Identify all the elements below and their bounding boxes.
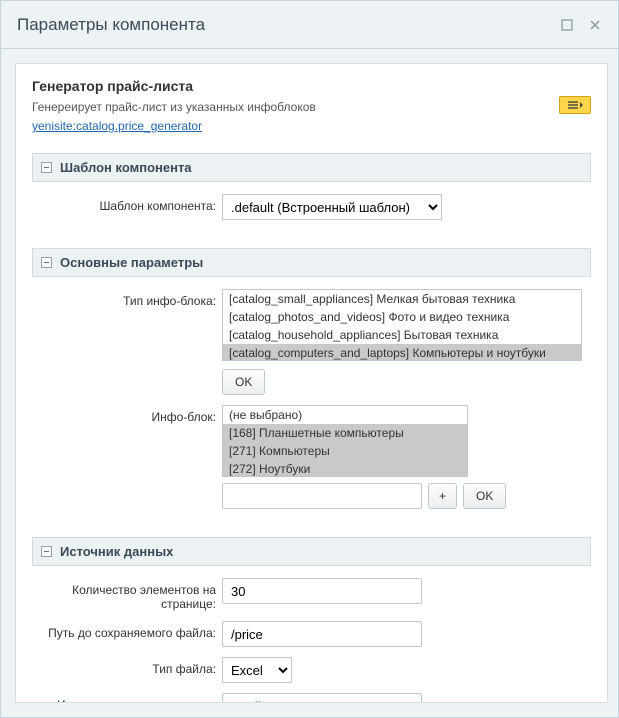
filter-input[interactable] [222,693,422,703]
maximize-icon[interactable] [560,18,574,32]
section-head-template[interactable]: Шаблон компонента [32,153,591,182]
plus-button[interactable]: + [428,483,457,509]
component-header: Генератор прайс-листа Генереирует прайс-… [16,64,607,143]
collapse-icon [41,162,52,173]
ok-button[interactable]: OK [222,369,265,395]
template-select[interactable]: .default (Встроенный шаблон) [222,194,442,220]
section-datasource: Источник данных Количество элементов на … [32,537,591,703]
list-item[interactable]: [168] Планшетные компьютеры [223,424,467,442]
iblock-label: Инфо-блок: [32,405,222,424]
section-title: Источник данных [60,544,173,559]
section-title: Шаблон компонента [60,160,192,175]
section-head-datasource[interactable]: Источник данных [32,537,591,566]
count-input[interactable] [222,578,422,604]
iblock-add-input[interactable] [222,483,422,509]
sort-toggle-icon[interactable] [559,96,591,114]
dialog-title: Параметры компонента [17,15,546,35]
section-title: Основные параметры [60,255,203,270]
ok-button-2[interactable]: OK [463,483,506,509]
component-link[interactable]: yenisite:catalog.price_generator [32,119,202,133]
list-item[interactable]: [catalog_household_appliances] Бытовая т… [223,326,581,344]
dialog-scroll-area[interactable]: Генератор прайс-листа Генереирует прайс-… [15,63,608,703]
path-input[interactable] [222,621,422,647]
list-item[interactable]: [catalog_photos_and_videos] Фото и видео… [223,308,581,326]
path-label: Путь до сохраняемого файла: [32,621,222,640]
filter-label: Имя массива со значениями фильтра для фи… [32,693,222,703]
section-head-main[interactable]: Основные параметры [32,248,591,277]
filetype-label: Тип файла: [32,657,222,676]
collapse-icon [41,257,52,268]
titlebar: Параметры компонента [1,1,618,49]
section-template: Шаблон компонента Шаблон компонента: .de… [32,153,591,238]
list-item[interactable]: [271] Компьютеры [223,442,467,460]
collapse-icon [41,546,52,557]
list-item[interactable]: [catalog_small_appliances] Мелкая бытова… [223,290,581,308]
iblock-listbox[interactable]: (не выбрано) [168] Планшетные компьютеры… [222,405,468,477]
template-label: Шаблон компонента: [32,194,222,213]
list-item[interactable]: [catalog_computers_and_laptops] Компьюте… [223,344,581,361]
count-label: Количество элементов на странице: [32,578,222,611]
list-item[interactable]: (не выбрано) [223,406,467,424]
component-title: Генератор прайс-листа [32,78,591,94]
list-item[interactable]: [272] Ноутбуки [223,460,467,477]
iblock-type-label: Тип инфо-блока: [32,289,222,308]
dialog-window: Параметры компонента Генератор прайс-лис… [0,0,619,718]
filetype-select[interactable]: Excel [222,657,292,683]
close-icon[interactable] [588,18,602,32]
section-main: Основные параметры Тип инфо-блока: [cata… [32,248,591,527]
iblock-type-listbox[interactable]: [catalog_small_appliances] Мелкая бытова… [222,289,582,361]
component-description: Генереирует прайс-лист из указанных инфо… [32,100,591,114]
dialog-body-wrapper: Генератор прайс-листа Генереирует прайс-… [1,49,618,717]
